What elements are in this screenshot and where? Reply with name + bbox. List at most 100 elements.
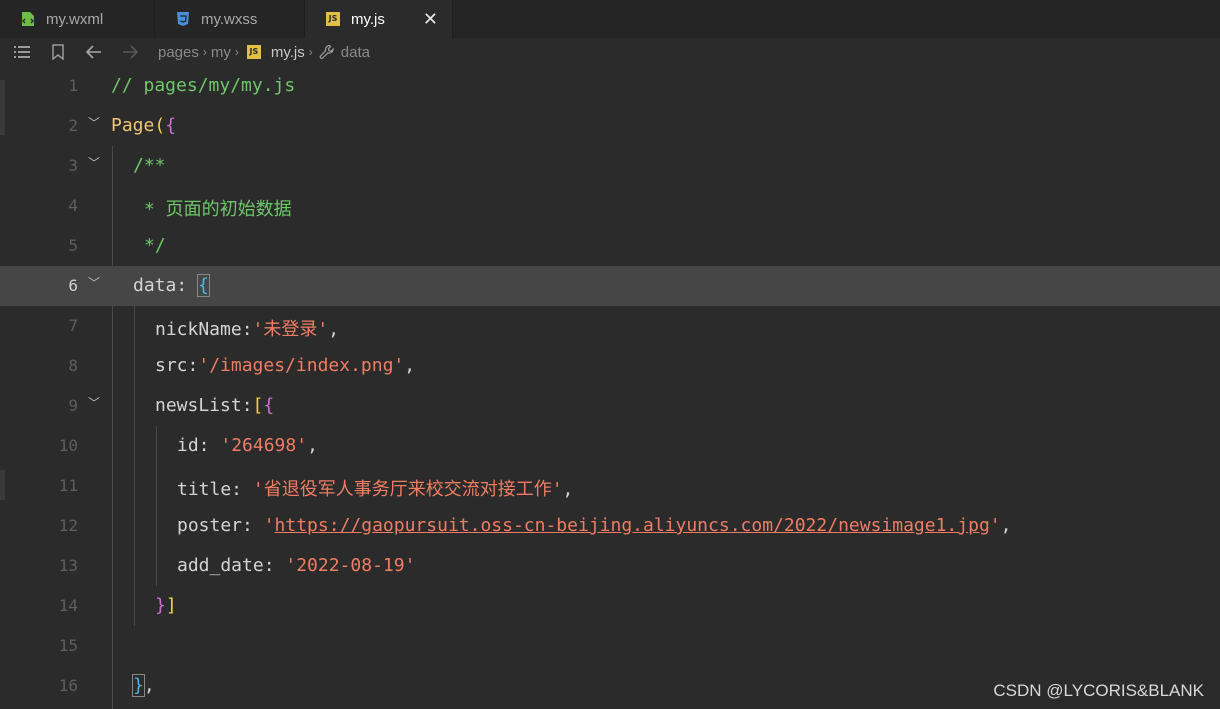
token-string: '省退役军人事务厅来校交流对接工作' <box>252 479 563 500</box>
tab-bar: my.wxml my.wxss JS my.js ✕ <box>0 0 1220 38</box>
line-number: 9 <box>68 396 78 415</box>
code-line[interactable]: 11 title: '省退役军人事务厅来校交流对接工作', <box>0 466 1220 506</box>
tab-my-js[interactable]: JS my.js ✕ <box>305 0 453 38</box>
js-file-icon: JS <box>246 45 261 59</box>
chevron-down-icon[interactable]: ﹀ <box>88 274 100 291</box>
token-brace: } <box>155 595 166 616</box>
watermark: CSDN @LYCORIS&BLANK <box>993 681 1204 700</box>
breadcrumb-item-data[interactable]: data <box>341 44 370 61</box>
url-link[interactable]: https://gaopursuit.oss-cn-beijing.aliyun… <box>275 515 990 536</box>
token-string: '/images/index.png' <box>198 355 405 376</box>
css-file-icon <box>175 11 191 27</box>
code-text: // pages/my/my.js <box>111 75 296 96</box>
token-keyword: Page <box>111 115 155 136</box>
code-line[interactable]: 3 ﹀ /** <box>0 146 1220 186</box>
code-text: */ <box>144 235 166 256</box>
code-line[interactable]: 5 */ <box>0 226 1220 266</box>
code-text: }, <box>132 674 155 697</box>
line-number: 11 <box>58 476 78 495</box>
line-number: 10 <box>58 436 78 455</box>
line-number: 2 <box>68 116 78 135</box>
token-comma: , <box>143 675 155 696</box>
line-number: 4 <box>68 196 78 215</box>
chevron-down-icon[interactable]: ﹀ <box>88 114 100 131</box>
line-number: 13 <box>58 556 78 575</box>
line-number: 14 <box>58 596 78 615</box>
code-line[interactable]: 8 src:'/images/index.png', <box>0 346 1220 386</box>
token-brace: { <box>165 115 177 136</box>
token-comma: , <box>404 355 416 376</box>
chevron-right-icon: › <box>234 45 239 59</box>
breadcrumb-item-pages[interactable]: pages <box>158 44 199 61</box>
code-line[interactable]: 2 ﹀ Page({ <box>0 106 1220 146</box>
chevron-down-icon[interactable]: ﹀ <box>88 394 100 411</box>
tab-label: my.wxss <box>201 10 258 28</box>
token-quote: ' <box>989 515 1001 536</box>
breadcrumb: pages › my › JS my.js › data <box>158 44 370 61</box>
code-line[interactable]: 14 }] <box>0 586 1220 626</box>
token-brace: { <box>263 395 275 416</box>
token-comma: , <box>307 435 318 456</box>
code-text: id: '264698', <box>177 435 318 456</box>
line-number: 15 <box>58 636 78 655</box>
breadcrumb-item-file[interactable]: my.js <box>271 44 305 61</box>
code-line-current[interactable]: 6 ﹀ data: { <box>0 266 1220 306</box>
forward-arrow-icon[interactable] <box>122 44 138 60</box>
bookmark-icon[interactable] <box>50 44 66 60</box>
wxml-file-icon <box>20 11 36 27</box>
code-text: poster: 'https://gaopursuit.oss-cn-beiji… <box>177 515 1011 536</box>
line-number: 6 <box>68 276 78 295</box>
token-key: add_date: <box>177 555 286 576</box>
chevron-right-icon: › <box>308 45 313 59</box>
token-key: title: <box>177 479 253 500</box>
line-number: 12 <box>58 516 78 535</box>
line-number: 16 <box>58 676 78 695</box>
close-icon[interactable]: ✕ <box>423 9 438 30</box>
code-line[interactable]: 10 id: '264698', <box>0 426 1220 466</box>
token-brace: { <box>197 274 210 297</box>
token-key: newsList: <box>155 395 253 416</box>
token-bracket: [ <box>252 395 264 416</box>
token-key: data <box>133 275 177 296</box>
token-quote: ' <box>263 515 275 536</box>
breadcrumb-item-my[interactable]: my <box>211 44 231 61</box>
tab-my-wxss[interactable]: my.wxss <box>155 0 305 38</box>
tab-label: my.wxml <box>46 10 104 28</box>
code-text: add_date: '2022-08-19' <box>177 555 415 576</box>
code-editor[interactable]: 1 // pages/my/my.js 2 ﹀ Page({ 3 ﹀ /** 4… <box>0 66 1220 709</box>
code-text: * 页面的初始数据 <box>144 199 292 220</box>
code-line[interactable]: 12 poster: 'https://gaopursuit.oss-cn-be… <box>0 506 1220 546</box>
chevron-down-icon[interactable]: ﹀ <box>88 154 100 171</box>
chevron-right-icon: › <box>202 45 207 59</box>
token-string: '264698' <box>220 435 308 456</box>
code-line[interactable]: 7 nickName:'未登录', <box>0 306 1220 346</box>
token-colon: : <box>176 275 188 296</box>
code-line[interactable]: 15 <box>0 626 1220 666</box>
code-text: }] <box>155 595 177 616</box>
code-text: newsList:[{ <box>155 395 274 416</box>
tab-my-wxml[interactable]: my.wxml <box>0 0 155 38</box>
token-key: nickName: <box>155 319 253 340</box>
line-number: 3 <box>68 156 78 175</box>
token-comma: , <box>328 319 340 340</box>
token-key: poster: <box>177 515 264 536</box>
token-key: id: <box>177 435 221 456</box>
tab-label: my.js <box>351 10 385 28</box>
line-number: 5 <box>68 236 78 255</box>
token-string: '2022-08-19' <box>285 555 416 576</box>
code-text: data: { <box>133 274 210 297</box>
back-arrow-icon[interactable] <box>86 44 102 60</box>
code-text: src:'/images/index.png', <box>155 355 415 376</box>
code-line[interactable]: 9 ﹀ newsList:[{ <box>0 386 1220 426</box>
line-number: 8 <box>68 356 78 375</box>
wrench-icon <box>319 44 335 60</box>
code-line[interactable]: 4 * 页面的初始数据 <box>0 186 1220 226</box>
list-icon[interactable] <box>14 44 30 60</box>
breadcrumb-toolbar: pages › my › JS my.js › data <box>0 38 1220 66</box>
code-line[interactable]: 13 add_date: '2022-08-19' <box>0 546 1220 586</box>
code-line[interactable]: 1 // pages/my/my.js <box>0 66 1220 106</box>
token-comma: , <box>562 479 574 500</box>
code-text: Page({ <box>111 115 176 136</box>
line-number: 1 <box>68 76 78 95</box>
token-brace: } <box>132 674 145 697</box>
